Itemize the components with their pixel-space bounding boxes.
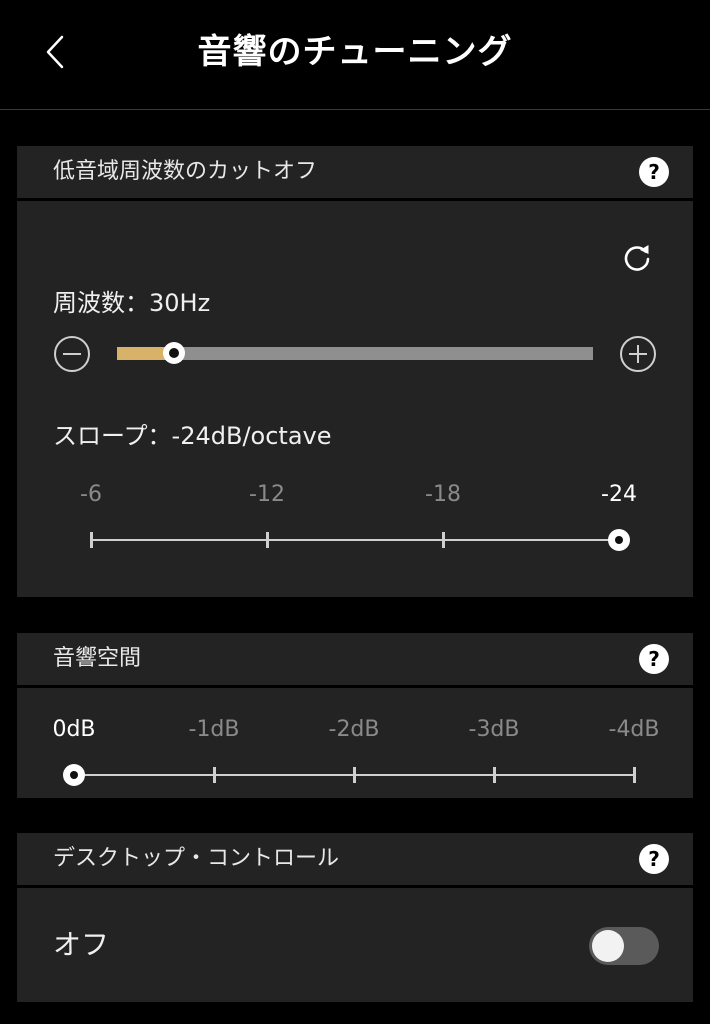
sound-space-tick[interactable] [212, 767, 216, 783]
sound-space-tick[interactable] [492, 767, 496, 783]
slope-track [91, 539, 619, 541]
slope-tick[interactable] [89, 532, 93, 548]
section-header-desktop-control: デスクトップ・コントロール ? [17, 833, 693, 885]
sound-space-option-label[interactable]: -3dB [454, 717, 534, 742]
sound-space-option-label[interactable]: -1dB [174, 717, 254, 742]
page-title: 音響のチューニング [197, 32, 513, 72]
sound-space-selected-thumb[interactable] [63, 764, 85, 786]
frequency-increase-button[interactable] [619, 335, 657, 373]
frequency-decrease-button[interactable] [53, 335, 91, 373]
reset-button[interactable] [619, 241, 655, 277]
section-title-desktop-control: デスクトップ・コントロール [53, 846, 340, 871]
slope-option-label[interactable]: -18 [403, 482, 483, 507]
slope-label: スロープ：-24dB/octave [53, 422, 332, 450]
help-icon[interactable]: ? [639, 844, 669, 874]
toggle-knob [592, 930, 624, 962]
slope-tick[interactable] [441, 532, 445, 548]
frequency-slider-thumb[interactable] [163, 342, 185, 364]
app-header: 音響のチューニング [0, 0, 710, 110]
refresh-icon [624, 245, 650, 271]
slope-tick[interactable] [265, 532, 269, 548]
desktop-control-status: オフ [53, 928, 110, 961]
slope-option-label[interactable]: -12 [227, 482, 307, 507]
frequency-label: 周波数：30Hz [53, 289, 211, 317]
help-icon[interactable]: ? [639, 644, 669, 674]
sound-space-tick[interactable] [352, 767, 356, 783]
section-body-cutoff: 周波数：30Hz スロープ：-24dB/octave -6 -12 -18 -24 [17, 201, 693, 597]
minus-circle-icon [54, 336, 90, 372]
help-icon[interactable]: ? [639, 157, 669, 187]
slope-option-label[interactable]: -24 [579, 482, 659, 507]
section-body-sound-space: 0dB -1dB -2dB -3dB -4dB [17, 688, 693, 798]
sound-space-tick[interactable] [632, 767, 636, 783]
section-header-cutoff: 低音域周波数のカットオフ ? [17, 146, 693, 198]
section-body-desktop-control: オフ [17, 888, 693, 1002]
section-header-sound-space: 音響空間 ? [17, 633, 693, 685]
section-title-cutoff: 低音域周波数のカットオフ [53, 159, 318, 184]
plus-circle-icon [620, 336, 656, 372]
sound-space-option-label[interactable]: 0dB [34, 717, 114, 742]
sound-space-option-label[interactable]: -4dB [594, 717, 674, 742]
slope-selected-thumb[interactable] [608, 529, 630, 551]
frequency-slider[interactable] [117, 342, 593, 364]
slope-option-label[interactable]: -6 [51, 482, 131, 507]
sound-space-option-label[interactable]: -2dB [314, 717, 394, 742]
section-title-sound-space: 音響空間 [53, 646, 142, 671]
desktop-control-toggle[interactable] [589, 927, 659, 965]
